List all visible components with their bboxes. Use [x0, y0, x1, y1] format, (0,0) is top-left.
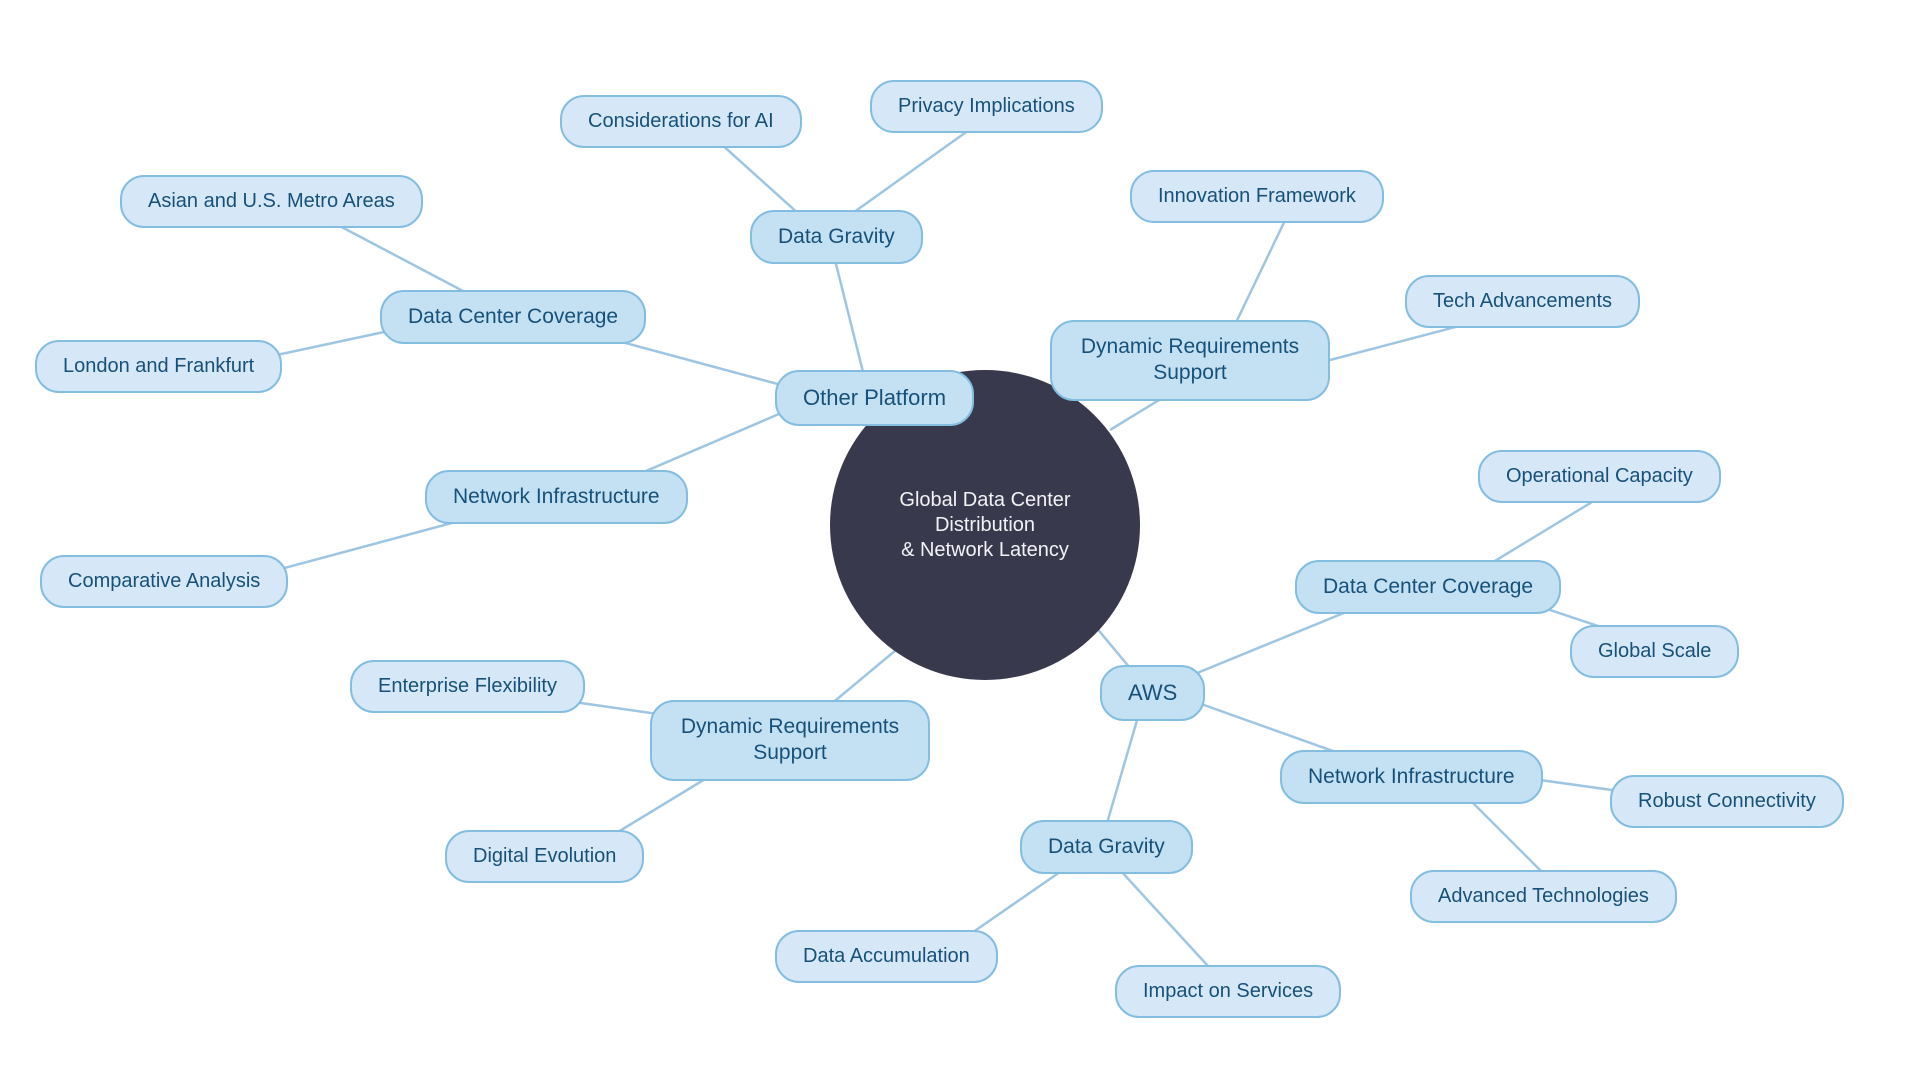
- node-aws-gravity-impact[interactable]: Impact on Services: [1115, 965, 1341, 1018]
- node-other-gravity-ai[interactable]: Considerations for AI: [560, 95, 802, 148]
- node-dyn-left-evo[interactable]: Digital Evolution: [445, 830, 644, 883]
- node-aws-dcc-scale[interactable]: Global Scale: [1570, 625, 1739, 678]
- node-other-gravity[interactable]: Data Gravity: [750, 210, 923, 264]
- node-aws-net[interactable]: Network Infrastructure: [1280, 750, 1543, 804]
- node-dyn-left-flex[interactable]: Enterprise Flexibility: [350, 660, 585, 713]
- node-aws-dcc-op[interactable]: Operational Capacity: [1478, 450, 1721, 503]
- node-other-dcc-london[interactable]: London and Frankfurt: [35, 340, 282, 393]
- node-other-dcc-asia[interactable]: Asian and U.S. Metro Areas: [120, 175, 423, 228]
- node-aws-net-robust[interactable]: Robust Connectivity: [1610, 775, 1844, 828]
- node-aws[interactable]: AWS: [1100, 665, 1205, 721]
- node-dyn-top[interactable]: Dynamic Requirements Support: [1050, 320, 1330, 401]
- node-aws-gravity-accum[interactable]: Data Accumulation: [775, 930, 998, 983]
- node-other-net-comp[interactable]: Comparative Analysis: [40, 555, 288, 608]
- node-other-gravity-priv[interactable]: Privacy Implications: [870, 80, 1103, 133]
- mindmap-canvas: Global Data Center Distribution & Networ…: [0, 0, 1920, 1080]
- node-other-net[interactable]: Network Infrastructure: [425, 470, 688, 524]
- node-dyn-left[interactable]: Dynamic Requirements Support: [650, 700, 930, 781]
- node-aws-dcc[interactable]: Data Center Coverage: [1295, 560, 1561, 614]
- node-dyn-top-innov[interactable]: Innovation Framework: [1130, 170, 1384, 223]
- node-other-dcc[interactable]: Data Center Coverage: [380, 290, 646, 344]
- node-other-platform[interactable]: Other Platform: [775, 370, 974, 426]
- node-aws-gravity[interactable]: Data Gravity: [1020, 820, 1193, 874]
- node-dyn-top-tech[interactable]: Tech Advancements: [1405, 275, 1640, 328]
- node-aws-net-adv[interactable]: Advanced Technologies: [1410, 870, 1677, 923]
